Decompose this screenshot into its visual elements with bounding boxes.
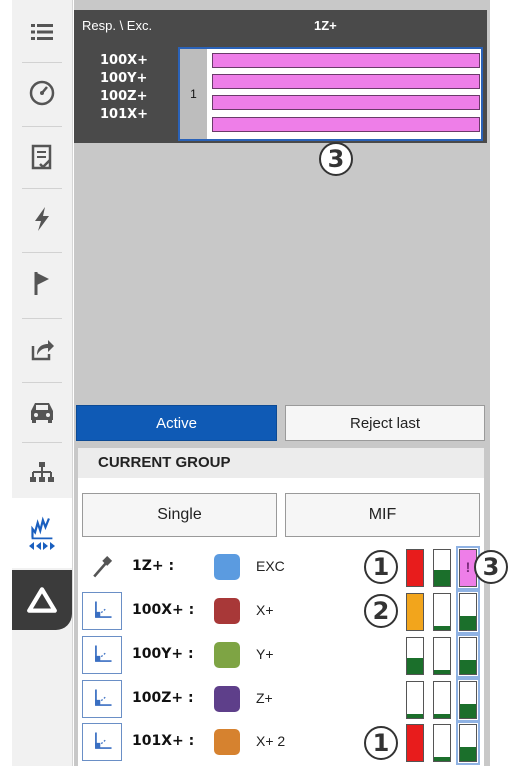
level-meter[interactable]: [459, 681, 477, 719]
channel-name: 100X+ :: [132, 602, 195, 618]
matrix-row-label: 100X+: [100, 53, 149, 68]
active-button[interactable]: Active: [76, 405, 277, 441]
level-meter-fill: [407, 550, 423, 586]
level-meter[interactable]: [433, 724, 451, 762]
channel-color-swatch[interactable]: [214, 554, 240, 580]
level-meter-fill: [407, 594, 423, 630]
channel-direction: Y+: [256, 646, 274, 662]
frf-icon[interactable]: [12, 498, 72, 568]
level-meter-fill: [460, 615, 476, 630]
channel-direction: EXC: [256, 558, 285, 574]
channel-name: 100Z+ :: [132, 690, 194, 706]
accelerometer-icon[interactable]: [82, 723, 122, 761]
matrix-grid[interactable]: 1: [178, 47, 483, 141]
matrix-cell[interactable]: [212, 117, 480, 132]
accelerometer-icon[interactable]: [82, 680, 122, 718]
level-meter[interactable]: [433, 549, 451, 587]
level-meter[interactable]: [459, 637, 477, 675]
channel-name: 100Y+ :: [132, 646, 194, 662]
matrix-row-label: 101X+: [100, 107, 149, 122]
level-meter[interactable]: [459, 593, 477, 631]
level-meter-fill: [434, 626, 450, 630]
level-meter-fill: [434, 714, 450, 718]
flag-icon[interactable]: [12, 256, 72, 310]
channel-name: 101X+ :: [132, 733, 195, 749]
channel-color-swatch[interactable]: [214, 598, 240, 624]
response-excitation-matrix: Resp. \ Exc. 1Z+ 100X+ 100Y+ 100Z+ 101X+…: [74, 10, 487, 143]
callout-marker: 3: [319, 142, 353, 176]
matrix-cell[interactable]: [212, 95, 480, 110]
menu-list-icon[interactable]: [12, 5, 72, 59]
mif-button[interactable]: MIF: [285, 493, 480, 537]
level-meter-fill: [434, 569, 450, 586]
accelerometer-icon[interactable]: [82, 592, 122, 630]
matrix-excitation-label: 1Z+: [314, 18, 337, 33]
level-meter[interactable]: [433, 681, 451, 719]
lightning-icon[interactable]: [12, 192, 72, 246]
matrix-row-label: 100Y+: [100, 71, 148, 86]
level-meter[interactable]: [406, 724, 424, 762]
reject-last-button[interactable]: Reject last: [285, 405, 485, 441]
matrix-cell[interactable]: [212, 74, 480, 89]
channel-color-swatch[interactable]: [214, 642, 240, 668]
accelerometer-icon[interactable]: [82, 636, 122, 674]
car-icon[interactable]: [12, 384, 72, 438]
matrix-row-label: 100Z+: [100, 89, 148, 104]
channel-direction: X+: [256, 602, 274, 618]
callout-marker: 3: [474, 550, 508, 584]
matrix-cell[interactable]: [212, 53, 480, 68]
channel-direction: X+ 2: [256, 733, 286, 749]
level-meter[interactable]: [406, 549, 424, 587]
level-meter-fill: [460, 703, 476, 718]
matrix-group-number: 1: [180, 49, 207, 139]
matrix-header-label: Resp. \ Exc.: [82, 18, 153, 33]
gauge-icon[interactable]: [12, 66, 72, 120]
hammer-icon[interactable]: [82, 548, 122, 586]
level-meter-fill: [407, 657, 423, 674]
level-meter[interactable]: [433, 593, 451, 631]
level-meter[interactable]: [406, 593, 424, 631]
callout-marker: 1: [364, 550, 398, 584]
channel-name: 1Z+ :: [132, 558, 175, 574]
left-toolbar: [12, 0, 73, 766]
level-meter[interactable]: [433, 637, 451, 675]
channel-direction: Z+: [256, 690, 273, 706]
level-meter-fill: [434, 757, 450, 761]
channel-color-swatch[interactable]: [214, 686, 240, 712]
level-meter[interactable]: [459, 724, 477, 762]
level-meter-fill: [407, 714, 423, 718]
hierarchy-icon[interactable]: [12, 446, 72, 500]
callout-marker: 1: [364, 726, 398, 760]
current-group-title: CURRENT GROUP: [78, 448, 484, 478]
channel-color-swatch[interactable]: [214, 729, 240, 755]
checklist-icon[interactable]: [12, 130, 72, 184]
callout-marker: 2: [364, 594, 398, 628]
single-button[interactable]: Single: [82, 493, 277, 537]
triangle-logo-icon[interactable]: [12, 570, 72, 630]
level-meter-fill: [407, 725, 423, 761]
export-icon[interactable]: [12, 322, 72, 376]
level-meter[interactable]: [406, 637, 424, 675]
level-meter-fill: [460, 659, 476, 674]
level-meter-fill: [434, 670, 450, 674]
level-meter-fill: [460, 746, 476, 761]
level-meter[interactable]: [406, 681, 424, 719]
